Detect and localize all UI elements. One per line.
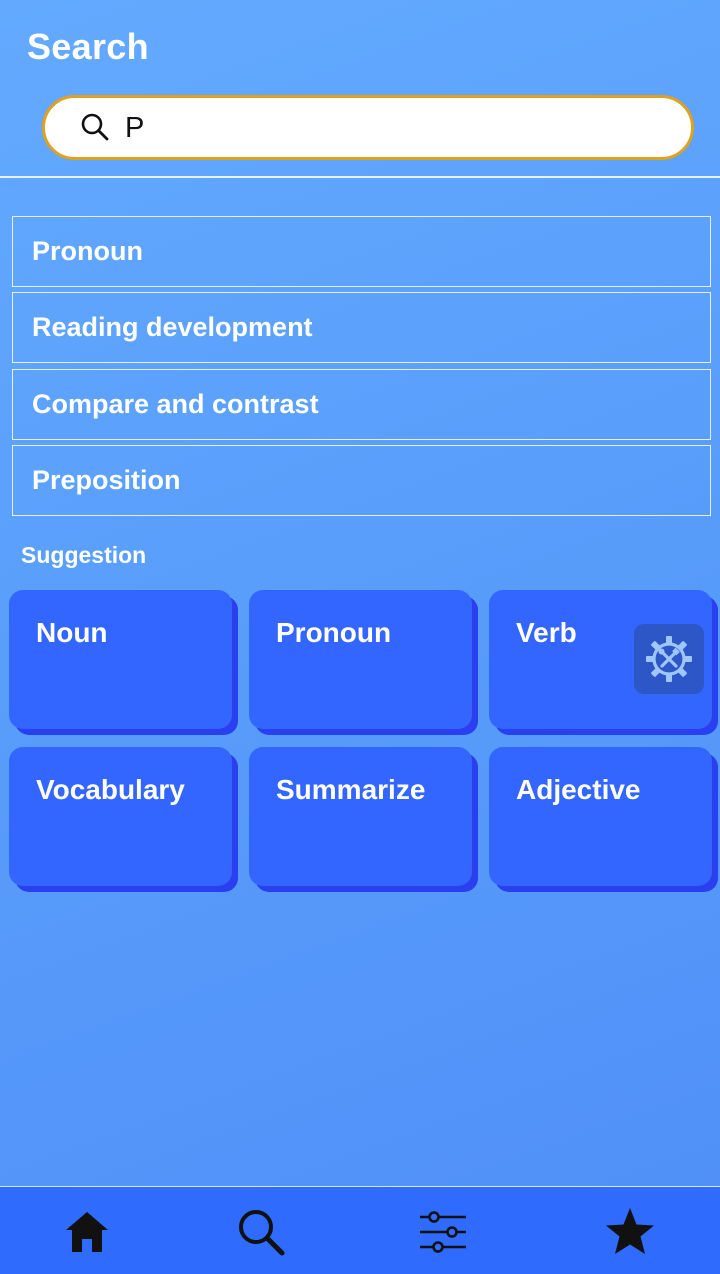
nav-filters-button[interactable] <box>415 1205 471 1259</box>
sliders-icon <box>420 1211 466 1253</box>
suggestion-card-label: Pronoun <box>276 617 392 648</box>
nav-search-button[interactable] <box>233 1205 289 1259</box>
result-item-label: Compare and contrast <box>32 389 319 419</box>
nav-home-button[interactable] <box>59 1205 115 1259</box>
suggestion-card-noun[interactable]: Noun <box>9 590 232 729</box>
suggestion-card-pronoun[interactable]: Pronoun <box>249 590 472 729</box>
suggestion-card-label: Summarize <box>276 774 426 805</box>
divider <box>0 176 720 178</box>
result-item-label: Preposition <box>32 465 181 495</box>
page-title: Search <box>27 26 149 67</box>
suggestion-card-vocabulary[interactable]: Vocabulary <box>9 747 232 886</box>
result-item-compare-and-contrast[interactable]: Compare and contrast <box>12 369 711 440</box>
suggestion-card-adjective[interactable]: Adjective <box>489 747 712 886</box>
search-icon <box>81 113 109 141</box>
result-item-pronoun[interactable]: Pronoun <box>12 216 711 287</box>
suggestion-card-summarize[interactable]: Summarize <box>249 747 472 886</box>
home-icon <box>66 1212 108 1252</box>
suggestion-heading: Suggestion <box>21 542 147 568</box>
gear-tools-icon <box>646 636 692 682</box>
result-item-label: Pronoun <box>32 236 143 266</box>
bottom-nav <box>0 1186 720 1274</box>
search-box[interactable] <box>42 95 694 160</box>
search-input[interactable] <box>125 108 645 148</box>
suggestion-card-label: Verb <box>516 617 577 648</box>
result-item-label: Reading development <box>32 312 313 342</box>
star-icon <box>606 1208 654 1254</box>
settings-tools-button[interactable] <box>634 624 704 694</box>
suggestion-card-label: Vocabulary <box>36 774 185 805</box>
result-item-preposition[interactable]: Preposition <box>12 445 711 516</box>
search-icon <box>239 1210 285 1256</box>
suggestion-card-label: Noun <box>36 617 108 648</box>
suggestion-card-label: Adjective <box>516 774 641 805</box>
nav-favorites-button[interactable] <box>602 1205 658 1259</box>
result-item-reading-development[interactable]: Reading development <box>12 292 711 363</box>
